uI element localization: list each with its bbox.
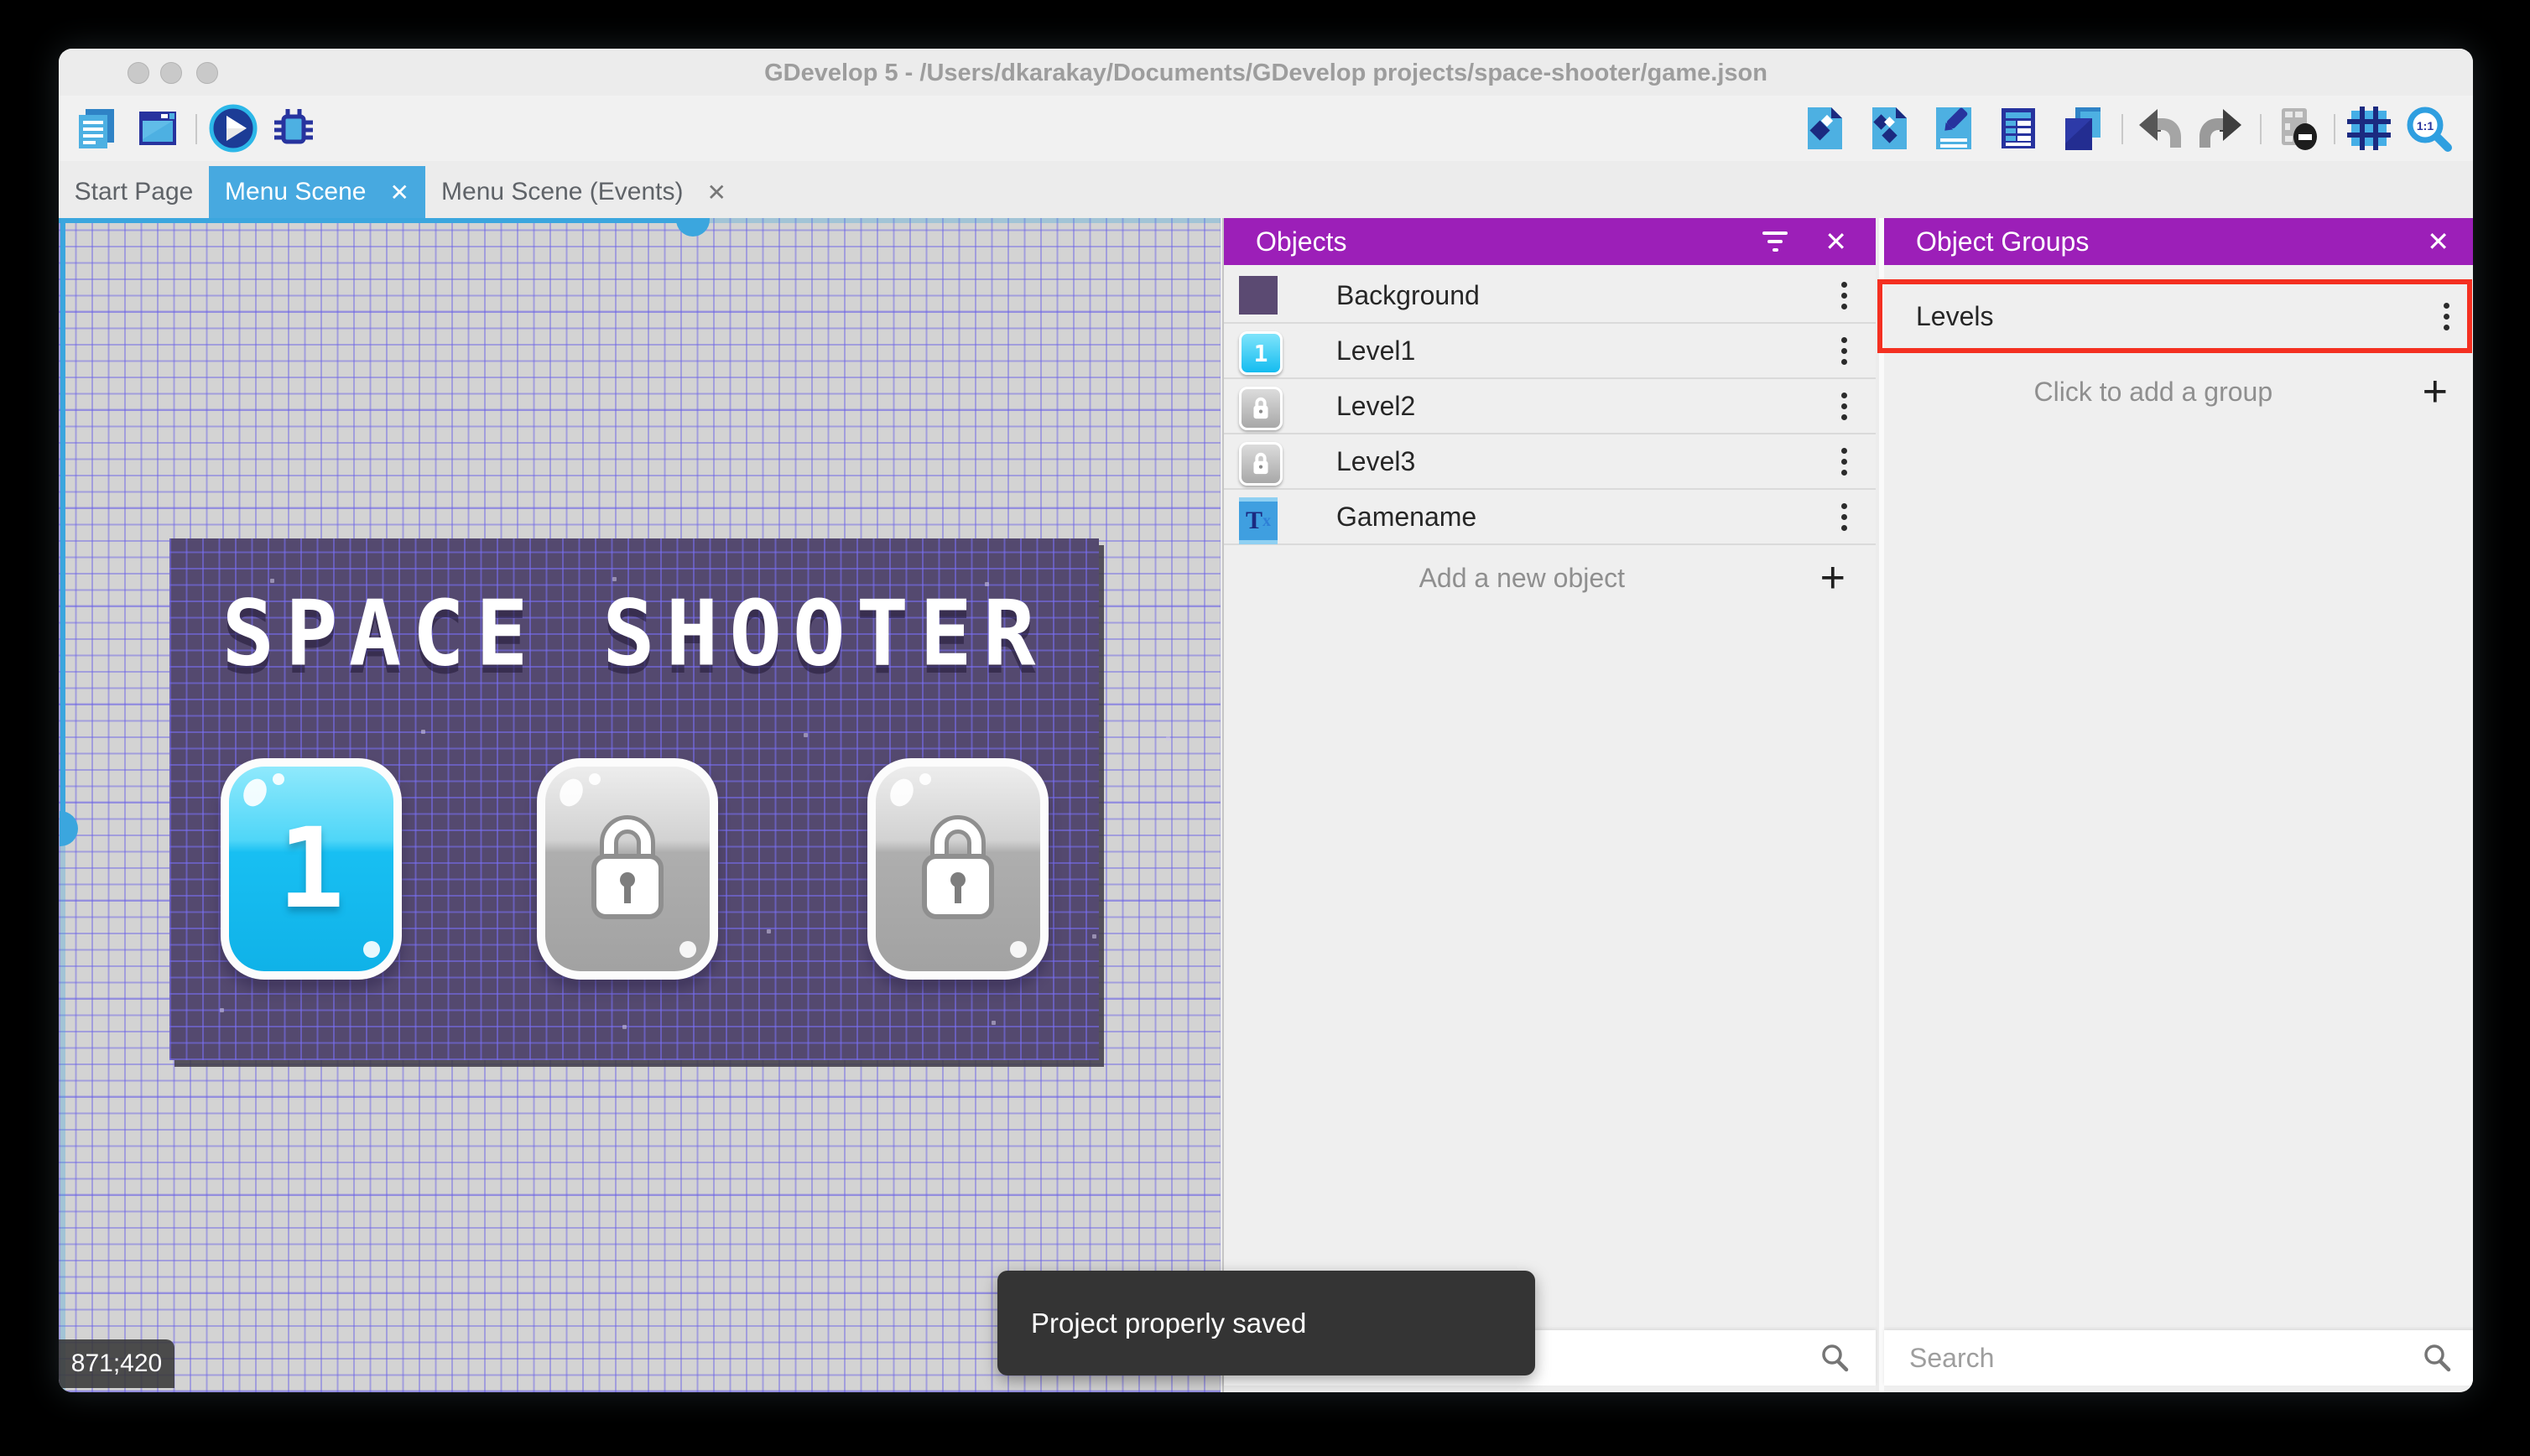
close-panel-icon[interactable]: ✕: [1825, 226, 1847, 257]
add-object-icon[interactable]: +: [1820, 553, 1845, 603]
vertical-scrollbar-track[interactable]: [60, 828, 65, 1392]
zoom-one-to-one-icon[interactable]: 1:1: [2404, 104, 2453, 153]
row-menu-icon[interactable]: [2421, 302, 2471, 330]
stage-title-text: SPACE SHOOTER: [221, 580, 1047, 687]
add-object-row[interactable]: Add a new object +: [1224, 545, 1876, 611]
window-title: GDevelop 5 - /Users/dkarakay/Documents/G…: [764, 60, 1767, 86]
groups-search-bar: [1884, 1330, 2473, 1386]
save-toast: Project properly saved: [997, 1271, 1535, 1375]
instances-list-icon[interactable]: [1995, 105, 2042, 152]
tab-label: Start Page: [74, 178, 194, 205]
lock-icon: [908, 806, 1008, 932]
tab-menu-scene-events[interactable]: Menu Scene (Events) ✕: [425, 166, 742, 218]
tab-menu-scene[interactable]: Menu Scene ✕: [209, 166, 425, 218]
object-groups-panel: Object Groups ✕ Levels Click to add a gr…: [1879, 218, 2473, 1392]
properties-icon[interactable]: [1930, 105, 1977, 152]
scene-window-icon[interactable]: [134, 105, 181, 152]
toolbar: 1:1: [59, 96, 2473, 161]
row-menu-icon[interactable]: [1819, 336, 1869, 365]
object-row-gamename[interactable]: Tx Gamename: [1224, 490, 1876, 545]
groups-search-input[interactable]: [1908, 1341, 2421, 1375]
level2-button-locked[interactable]: [537, 758, 718, 980]
horizontal-scrollbar-track[interactable]: [59, 218, 679, 223]
app-window: GDevelop 5 - /Users/dkarakay/Documents/G…: [59, 49, 2473, 1392]
background-thumbnail: [1239, 276, 1278, 315]
close-tab-icon[interactable]: ✕: [707, 179, 726, 206]
level1-button[interactable]: 1: [221, 758, 402, 980]
row-menu-icon[interactable]: [1819, 392, 1869, 420]
group-row-levels[interactable]: Levels: [1884, 284, 2473, 348]
search-icon: [1819, 1342, 1851, 1374]
toolbar-separator: [2260, 114, 2262, 144]
redo-icon[interactable]: [2198, 105, 2245, 152]
close-panel-icon[interactable]: ✕: [2427, 226, 2449, 257]
object-row-background[interactable]: Background: [1224, 268, 1876, 324]
objects-editor-icon[interactable]: [1801, 105, 1848, 152]
groups-panel-title: Object Groups: [1916, 226, 2090, 257]
search-icon: [2421, 1342, 2453, 1374]
window-mask-icon[interactable]: [2273, 105, 2320, 152]
cursor-coordinates-badge: 871;420: [59, 1339, 174, 1388]
filter-icon[interactable]: [1762, 231, 1788, 252]
object-row-level1[interactable]: 1 Level1: [1224, 324, 1876, 379]
object-groups-icon[interactable]: [1866, 105, 1913, 152]
row-menu-icon[interactable]: [1819, 447, 1869, 476]
tab-strip: Start Page Menu Scene ✕ Menu Scene (Even…: [59, 161, 2473, 218]
object-row-level2[interactable]: Level2: [1224, 379, 1876, 434]
undo-icon[interactable]: [2136, 105, 2183, 152]
level1-thumbnail: 1: [1239, 331, 1283, 375]
lock-thumbnail: [1239, 442, 1283, 486]
game-stage-background[interactable]: SPACE SHOOTER 1: [169, 538, 1170, 1060]
objects-panel: Objects ✕ Background 1 Level1 Level2 Lev…: [1222, 218, 1876, 1392]
add-group-icon[interactable]: +: [2423, 367, 2448, 417]
toolbar-separator: [2334, 114, 2335, 144]
layers-icon[interactable]: [2059, 105, 2106, 152]
lock-thumbnail: [1239, 387, 1283, 430]
horizontal-scrollbar-thumb[interactable]: [676, 218, 710, 237]
tab-label: Menu Scene: [225, 178, 367, 205]
project-manager-icon[interactable]: [72, 105, 119, 152]
tab-label: Menu Scene (Events): [441, 178, 684, 205]
title-bar: GDevelop 5 - /Users/dkarakay/Documents/G…: [59, 49, 2473, 96]
level1-number: 1: [278, 804, 345, 933]
text-object-thumbnail: Tx: [1239, 497, 1278, 544]
lock-icon: [577, 806, 678, 932]
vertical-scrollbar-thumb[interactable]: [60, 811, 78, 846]
vertical-scrollbar-track[interactable]: [60, 218, 65, 828]
grid-icon[interactable]: [2345, 105, 2392, 152]
objects-panel-title: Objects: [1256, 226, 1347, 257]
object-row-level3[interactable]: Level3: [1224, 434, 1876, 490]
level3-button-locked[interactable]: [867, 758, 1049, 980]
row-menu-icon[interactable]: [1819, 281, 1869, 309]
add-group-row[interactable]: Click to add a group +: [1884, 359, 2473, 424]
toast-message: Project properly saved: [1031, 1307, 1307, 1339]
groups-panel-header: Object Groups ✕: [1884, 218, 2473, 265]
toolbar-separator: [2121, 114, 2123, 144]
objects-panel-header: Objects ✕: [1224, 218, 1876, 265]
debug-icon[interactable]: [270, 105, 317, 152]
scene-canvas[interactable]: SPACE SHOOTER 1 871;420: [59, 218, 1221, 1392]
toolbar-separator: [195, 114, 197, 144]
zoom-ratio-label: 1:1: [2417, 119, 2434, 133]
play-icon[interactable]: [208, 103, 258, 153]
close-tab-icon[interactable]: ✕: [389, 179, 409, 206]
tab-start-page[interactable]: Start Page: [59, 166, 209, 218]
horizontal-scrollbar-track[interactable]: [679, 218, 1221, 223]
row-menu-icon[interactable]: [1819, 502, 1869, 531]
